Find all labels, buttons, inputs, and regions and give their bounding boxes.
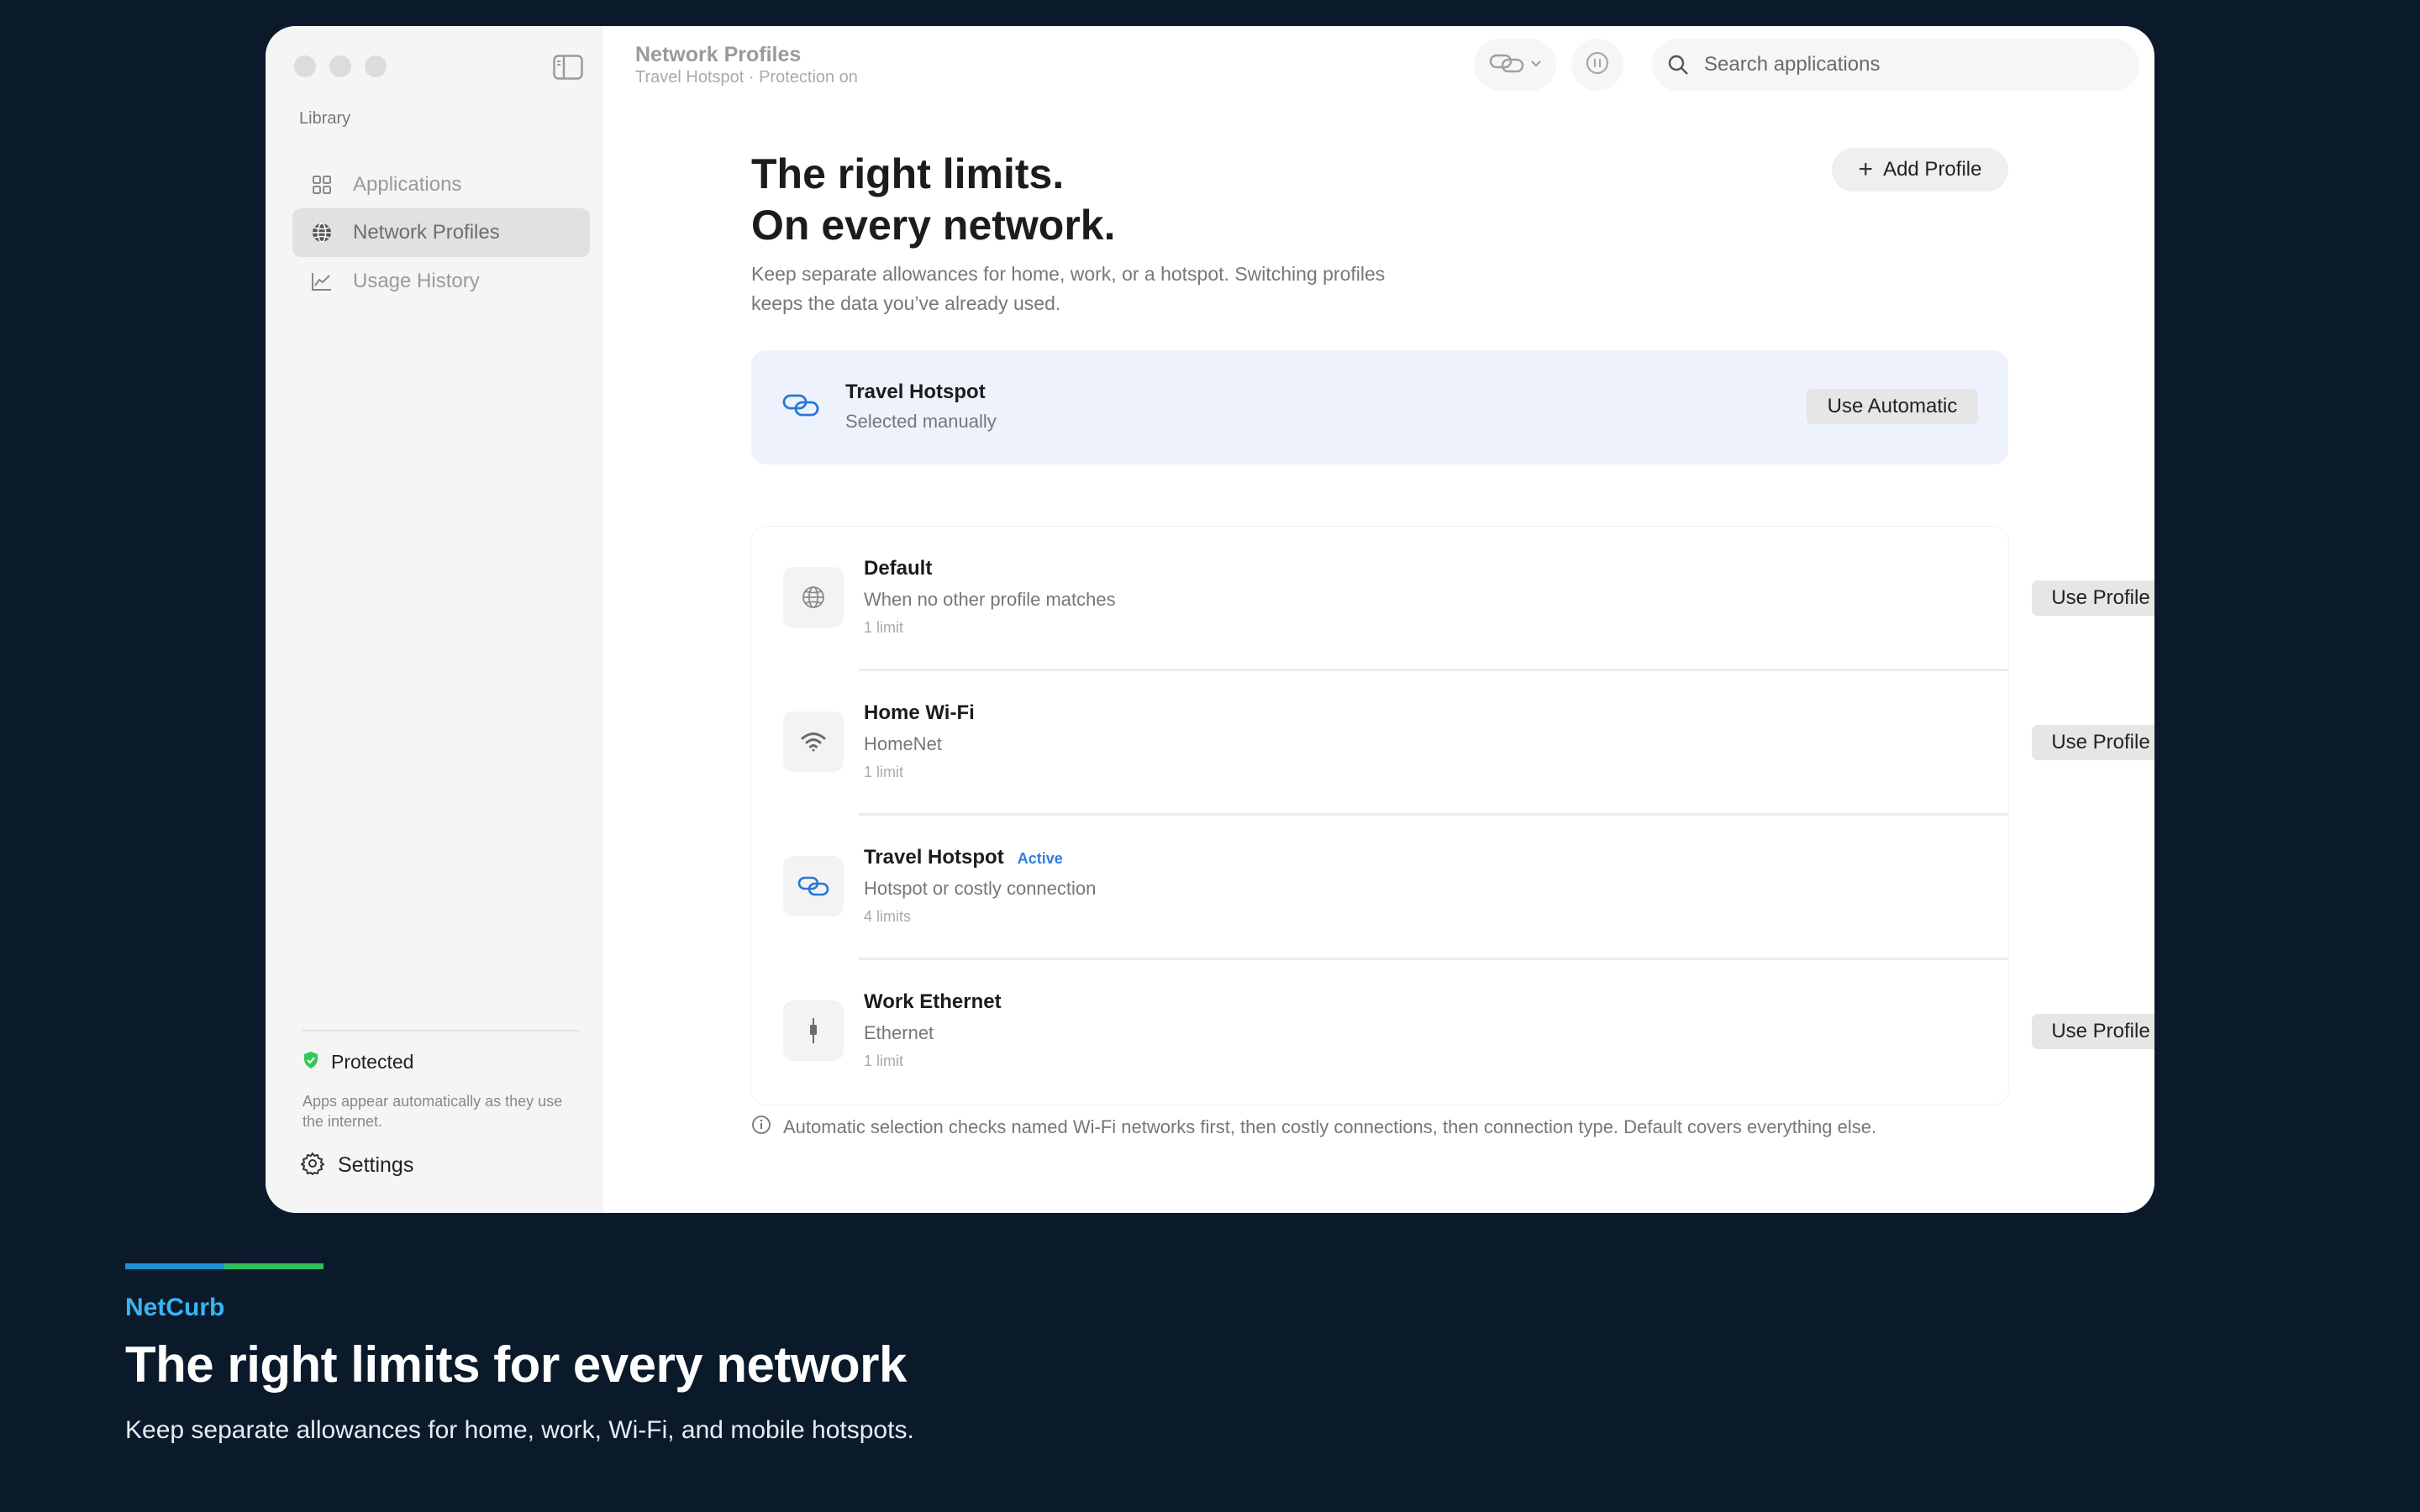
use-profile-button[interactable]: Use Profile [2032,580,2154,616]
pause-icon [1585,50,1610,80]
profile-name: Travel Hotspot Active [864,846,1063,869]
profile-limits: 4 limits [864,908,912,925]
accent-bar-green [224,1263,324,1269]
sidebar-item-usage-history[interactable]: Usage History [292,257,590,306]
sidebar-item-label: Applications [353,173,462,196]
use-profile-button[interactable]: Use Profile [2032,1014,2154,1049]
chevron-down-icon [1530,57,1542,72]
search-field[interactable] [1652,39,2139,91]
current-profile-name: Travel Hotspot [845,381,986,403]
current-profile-status: Selected manually [845,411,997,432]
accent-bar-blue [125,1263,224,1269]
profile-row-travel-hotspot: Travel Hotspot Active Hotspot or costly c… [751,816,2008,960]
minimize-window-button[interactable] [329,55,351,77]
marketing-subheadline: Keep separate allowances for home, work,… [125,1416,914,1444]
active-badge: Active [1017,850,1063,867]
profile-limits: 1 limit [864,764,904,780]
gear-icon [301,1152,324,1179]
profile-subtitle: HomeNet [864,733,942,754]
search-icon [1665,52,1691,77]
profiles-list: Default When no other profile matches 1 … [751,527,2154,1105]
add-profile-label: Add Profile [1883,158,1982,181]
footnote-text: Automatic selection checks named Wi-Fi n… [783,1116,1877,1137]
profile-limits: 1 limit [864,619,904,636]
current-profile-card: Travel Hotspot Selected manually Use Aut… [751,350,2008,465]
profile-row-default: Default When no other profile matches 1 … [751,527,2154,671]
profile-row-work-ethernet: Work Ethernet Ethernet 1 limit Use Profi… [751,960,2154,1105]
accent-bar [125,1263,324,1269]
profile-subtitle: When no other profile matches [864,589,1116,610]
plus-icon: + [1858,155,1874,183]
status-note: Apps appear automatically as they use th… [302,1093,563,1130]
link-icon [783,856,844,916]
settings-button[interactable]: Settings [301,1152,413,1179]
selection-footnote: Automatic selection checks named Wi-Fi n… [751,1115,1876,1139]
use-automatic-button[interactable]: Use Automatic [1807,389,1978,424]
profile-switcher-button[interactable] [1474,39,1556,91]
sidebar-toggle-icon[interactable] [553,55,583,80]
ethernet-icon [783,1000,844,1061]
profile-name: Home Wi-Fi [864,701,975,724]
profile-name: Default [864,557,933,580]
library-section-label: Library [299,109,351,128]
profile-subtitle: Hotspot or costly connection [864,878,1097,899]
globe-icon [783,567,844,627]
page-title-line-1: The right limits. [751,150,1065,197]
sidebar-item-applications[interactable]: Applications [292,160,590,209]
brand-name: NetCurb [125,1294,225,1321]
add-profile-button[interactable]: + Add Profile [1832,148,2008,192]
profile-row-home-wifi: Home Wi-Fi HomeNet 1 limit Use Profile [751,671,2154,816]
settings-label: Settings [338,1153,414,1177]
sidebar-item-network-profiles[interactable]: Network Profiles [292,208,590,257]
page-title-line-2: On every network. [751,202,1116,249]
sidebar-divider [302,1030,580,1032]
sidebar-item-label: Usage History [353,270,480,292]
sidebar: Library Applications Network Profiles Us… [266,26,603,1213]
app-window: Library Applications Network Profiles Us… [266,26,2154,1213]
info-icon [751,1115,771,1139]
pause-button[interactable] [1571,39,1623,91]
wifi-icon [783,711,844,772]
page-description: Keep separate allowances for home, work,… [751,263,1386,314]
window-controls [294,55,387,77]
profile-name: Work Ethernet [864,990,1002,1013]
close-window-button[interactable] [294,55,316,77]
search-input[interactable] [1702,52,2109,77]
link-icon [781,389,820,423]
zoom-window-button[interactable] [365,55,387,77]
profile-subtitle: Ethernet [864,1022,934,1043]
link-icon [1488,52,1527,78]
page-title: The right limits. On every network. [751,149,1116,251]
sidebar-item-label: Network Profiles [353,221,500,244]
use-profile-button[interactable]: Use Profile [2032,725,2154,760]
window-subtitle: Travel Hotspot · Protection on [635,68,858,87]
protection-status: Protected [302,1051,413,1074]
grid-icon [309,172,334,197]
marketing-headline: The right limits for every network [125,1336,907,1393]
status-label: Protected [331,1051,414,1073]
window-title: Network Profiles [635,43,802,66]
profile-limits: 1 limit [864,1053,904,1069]
globe-icon [309,220,334,245]
shield-check-icon [302,1051,319,1074]
chart-icon [309,269,334,294]
